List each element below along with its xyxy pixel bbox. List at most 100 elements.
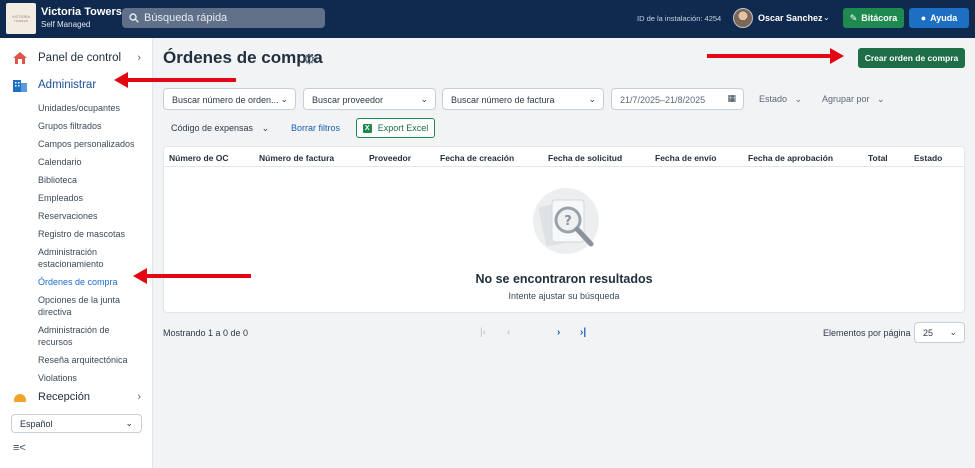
sidebar-section-label: Administrar: [38, 79, 97, 91]
help-button[interactable]: ● Ayuda: [909, 8, 969, 28]
building-icon: [13, 80, 27, 92]
sidebar-item-architectural-review[interactable]: Reseña arquitectónica: [38, 354, 143, 366]
admin-submenu: Unidades/ocupantes Grupos filtrados Camp…: [38, 102, 143, 390]
sidebar-item-calendar[interactable]: Calendario: [38, 156, 143, 168]
column-header-request-date[interactable]: Fecha de solicitud: [548, 153, 622, 163]
chevron-down-icon: ⌄: [280, 94, 288, 104]
collapse-menu-icon[interactable]: ≡<: [13, 442, 26, 454]
expense-code-filter[interactable]: Código de expensas ⌄: [171, 123, 269, 134]
sidebar-item-units[interactable]: Unidades/ocupantes: [38, 102, 143, 114]
chevron-down-icon: ⌄: [949, 327, 957, 337]
installation-id: ID de la instalación: 4254: [637, 14, 722, 23]
calendar-icon: ▦: [727, 93, 736, 103]
export-excel-button[interactable]: X Export Excel: [356, 118, 435, 138]
date-range-picker[interactable]: 21/7/2025–21/8/2025 ▦: [611, 88, 744, 110]
sidebar-section-administrar[interactable]: Administrar: [12, 78, 96, 92]
top-bar: VICTORIA TOWERS Victoria Towers Self Mana…: [0, 0, 975, 38]
table-header: Número de OC Número de factura Proveedor…: [164, 147, 964, 167]
items-per-page-value: 25: [923, 328, 934, 338]
bitacora-label: Bitácora: [861, 13, 898, 23]
column-header-sent-date[interactable]: Fecha de envío: [655, 153, 716, 163]
sidebar-item-pets[interactable]: Registro de mascotas: [38, 228, 143, 240]
empty-state-subtitle: Intente ajustar su búsqueda: [508, 291, 620, 301]
language-select[interactable]: Español ⌄: [11, 414, 142, 433]
sidebar-item-dashboard[interactable]: Panel de control ›: [12, 51, 141, 65]
purchase-orders-table: Número de OC Número de factura Proveedor…: [163, 146, 965, 313]
avatar[interactable]: [733, 8, 753, 28]
chevron-down-icon: ⌄: [794, 94, 803, 104]
vendor-search[interactable]: Buscar proveedor ⌄: [303, 88, 436, 110]
clear-filters-link[interactable]: Borrar filtros: [291, 123, 340, 133]
gear-icon[interactable]: ⚙: [303, 51, 316, 68]
help-label: Ayuda: [930, 13, 958, 23]
excel-icon: X: [362, 123, 372, 133]
sidebar-item-purchase-orders[interactable]: Órdenes de compra: [38, 276, 143, 288]
expense-code-label: Código de expensas: [171, 123, 254, 133]
column-header-approval-date[interactable]: Fecha de aprobación: [748, 153, 833, 163]
bell-icon: [14, 394, 26, 402]
user-name[interactable]: Oscar Sanchez: [758, 13, 823, 23]
app-subtitle: Self Managed: [41, 20, 91, 29]
note-icon: ✎: [849, 12, 858, 23]
annotation-arrow-create-button: [707, 48, 844, 64]
sidebar-item-parking[interactable]: Administración estacionamiento: [38, 246, 143, 270]
quick-search[interactable]: Búsqueda rápida: [122, 8, 325, 28]
prev-page-icon[interactable]: ‹: [507, 327, 510, 338]
group-by-filter[interactable]: Agrupar por ⌄: [822, 94, 885, 105]
export-excel-label: Export Excel: [377, 123, 429, 133]
sidebar-item-reservations[interactable]: Reservaciones: [38, 210, 143, 222]
create-purchase-order-button[interactable]: Crear orden de compra: [858, 48, 965, 68]
column-header-total[interactable]: Total: [868, 153, 888, 163]
chevron-right-icon: ›: [137, 392, 141, 402]
po-number-placeholder: Buscar número de orden...: [172, 95, 279, 105]
status-filter[interactable]: Estado ⌄: [759, 94, 802, 105]
last-page-icon[interactable]: ›|: [580, 327, 586, 338]
chevron-down-icon[interactable]: ⌄: [823, 13, 830, 22]
chevron-down-icon: ⌄: [125, 418, 133, 428]
empty-state-title: No se encontraron resultados: [475, 272, 653, 286]
po-number-search[interactable]: Buscar número de orden... ⌄: [163, 88, 296, 110]
column-header-created-date[interactable]: Fecha de creación: [440, 153, 514, 163]
home-icon: [13, 52, 27, 64]
svg-text:?: ?: [564, 214, 572, 229]
chevron-down-icon: ⌄: [588, 94, 596, 104]
sidebar: Panel de control › Administrar Unidades/…: [0, 38, 153, 468]
sidebar-item-filtered-groups[interactable]: Grupos filtrados: [38, 120, 143, 132]
items-per-page-select[interactable]: 25 ⌄: [914, 322, 965, 343]
sidebar-section-label: Recepción: [38, 392, 90, 402]
no-results-magnifier-icon: ?: [533, 188, 599, 254]
column-header-invoice-number[interactable]: Número de factura: [259, 153, 334, 163]
invoice-placeholder: Buscar número de factura: [451, 95, 555, 105]
chevron-down-icon: ⌄: [420, 94, 428, 104]
annotation-arrow-administrar: [114, 72, 236, 88]
column-header-vendor[interactable]: Proveedor: [369, 153, 411, 163]
vendor-placeholder: Buscar proveedor: [312, 95, 384, 105]
sidebar-item-employees[interactable]: Empleados: [38, 192, 143, 204]
next-page-icon[interactable]: ›: [557, 327, 560, 338]
chevron-right-icon: ›: [137, 52, 141, 64]
app-brand[interactable]: Victoria Towers Self Managed: [41, 6, 122, 29]
app-name: Victoria Towers: [41, 6, 122, 18]
date-range-value: 21/7/2025–21/8/2025: [620, 95, 706, 105]
sidebar-item-label: Panel de control: [38, 52, 122, 64]
annotation-arrow-purchase-orders: [133, 268, 251, 284]
bitacora-button[interactable]: ✎ Bitácora: [843, 8, 904, 28]
language-value: Español: [20, 419, 53, 429]
sidebar-section-reception[interactable]: Recepción ›: [12, 392, 141, 402]
sidebar-item-violations[interactable]: Violations: [38, 372, 143, 384]
items-per-page-label: Elementos por página: [823, 328, 911, 338]
help-icon: ●: [920, 13, 927, 23]
pagination-summary: Mostrando 1 a 0 de 0: [163, 328, 249, 338]
page-title: Órdenes de compra: [163, 48, 323, 67]
column-header-status[interactable]: Estado: [914, 153, 942, 163]
sidebar-item-library[interactable]: Biblioteca: [38, 174, 143, 186]
building-logo[interactable]: VICTORIA TOWERS: [6, 3, 36, 34]
status-label: Estado: [759, 94, 788, 104]
invoice-search[interactable]: Buscar número de factura ⌄: [442, 88, 604, 110]
sidebar-item-custom-fields[interactable]: Campos personalizados: [38, 138, 143, 150]
group-by-label: Agrupar por: [822, 94, 870, 104]
sidebar-item-resources[interactable]: Administración de recursos: [38, 324, 143, 348]
first-page-icon[interactable]: |‹: [480, 327, 486, 338]
sidebar-item-board-options[interactable]: Opciones de la junta directiva: [38, 294, 143, 318]
column-header-po-number[interactable]: Número de OC: [169, 153, 229, 163]
